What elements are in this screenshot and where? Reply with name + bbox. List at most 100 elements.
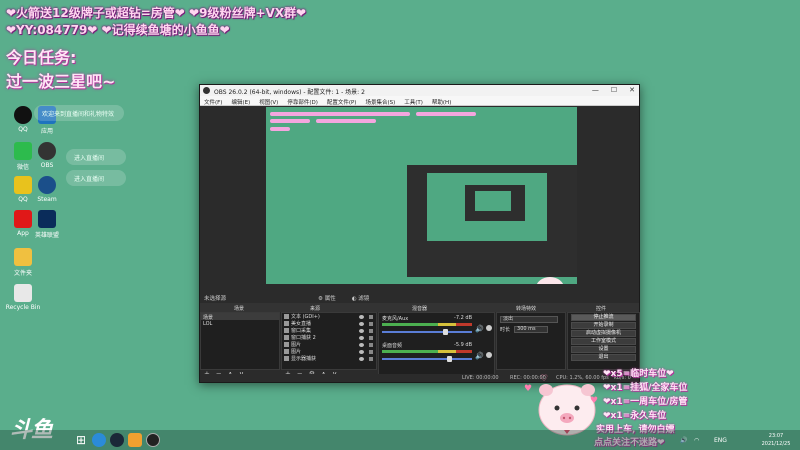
menu-edit[interactable]: 编辑(E) — [231, 98, 250, 106]
source-item[interactable]: 图片 — [282, 348, 376, 355]
source-toolbar: 未选择源 ⚙ 属性 ◐ 滤镜 — [200, 291, 639, 303]
volume-meter — [382, 350, 472, 353]
exit-button[interactable]: 退出 — [571, 354, 636, 361]
desktop-icon-lol[interactable]: 英雄联盟 — [27, 210, 67, 239]
source-item[interactable]: 窗口采集 — [282, 327, 376, 334]
speaker-icon[interactable]: 🔊 — [475, 352, 484, 360]
steam-icon — [38, 176, 56, 194]
scenes-dock: 场景 LOL — [200, 312, 280, 370]
desktop-icon-obs[interactable]: OBS — [27, 142, 67, 169]
speaker-icon[interactable]: 🔊 — [475, 325, 484, 333]
gear-icon[interactable] — [486, 352, 492, 358]
source-item[interactable]: 美女直播 — [282, 320, 376, 327]
mixer-channel: 麦克风/Aux -7.2 dB 🔊 — [379, 313, 494, 340]
ime-indicator[interactable]: ENG — [714, 437, 727, 444]
filters-button[interactable]: ◐ 滤镜 — [352, 294, 370, 302]
image-icon — [284, 342, 289, 347]
chat-message: 进入直播间 — [66, 149, 126, 165]
duration-input[interactable]: 300 ms — [514, 326, 549, 333]
lock-icon[interactable] — [369, 349, 373, 354]
lock-icon[interactable] — [369, 321, 373, 326]
speaker-icon[interactable]: 🔊 — [680, 437, 687, 444]
obs-logo-icon — [203, 87, 210, 94]
camera-icon — [284, 321, 289, 326]
menu-file[interactable]: 文件(F) — [204, 98, 222, 106]
heart-icon: ♥ — [590, 396, 599, 406]
start-recording-button[interactable]: 开始录制 — [571, 322, 636, 329]
desktop-icon-steam[interactable]: Steam — [27, 176, 67, 203]
menu-view[interactable]: 视图(V) — [259, 98, 278, 106]
eye-icon[interactable] — [359, 335, 364, 340]
image-icon — [284, 349, 289, 354]
eye-icon[interactable] — [359, 328, 364, 333]
volume-slider[interactable] — [382, 356, 472, 362]
source-item[interactable]: 文本 (GDI+) — [282, 313, 376, 320]
virtual-camera-button[interactable]: 启动虚拟摄像机 — [571, 330, 636, 337]
minimize-button[interactable]: — — [592, 86, 599, 94]
close-button[interactable]: ✕ — [629, 86, 635, 94]
app-icon[interactable] — [128, 433, 142, 447]
eye-icon[interactable] — [359, 356, 364, 361]
source-item[interactable]: 窗口捕获 2 — [282, 334, 376, 341]
obs-window[interactable]: OBS 26.0.2 (64-bit, windows) - 配置文件: 1 -… — [199, 84, 640, 383]
task-title: 今日任务: — [6, 48, 77, 67]
edge-icon[interactable] — [92, 433, 106, 447]
obs-icon — [38, 142, 56, 160]
reward-line: ❤x1=永久车位 — [603, 411, 667, 421]
eye-icon[interactable] — [359, 349, 364, 354]
obs-icon[interactable] — [146, 433, 160, 447]
window-icon — [284, 335, 289, 340]
studio-mode-button[interactable]: 工作室模式 — [571, 338, 636, 345]
lol-icon — [38, 210, 56, 228]
scene-item[interactable]: 场景 — [201, 313, 279, 321]
eye-icon[interactable] — [359, 314, 364, 319]
preview-overlay-text — [316, 119, 376, 123]
reward-line: ❤x1=一周车位/房管 — [603, 397, 688, 407]
gear-icon[interactable] — [486, 325, 492, 331]
windows-icon[interactable]: ⊞ — [74, 433, 88, 447]
mixer-header: 混音器 — [412, 306, 428, 312]
menu-scene-collection[interactable]: 场景集合(S) — [365, 98, 395, 106]
lock-icon[interactable] — [369, 314, 373, 319]
eye-icon[interactable] — [359, 321, 364, 326]
stop-streaming-button[interactable]: 停止推流 — [571, 314, 636, 321]
scene-item[interactable]: LOL — [201, 320, 279, 327]
folder-icon — [14, 248, 32, 266]
transitions-dock: 淡出 时长 300 ms — [496, 312, 566, 370]
preview-canvas[interactable]: 斗鱼 — [266, 107, 577, 284]
obs-titlebar[interactable]: OBS 26.0.2 (64-bit, windows) - 配置文件: 1 -… — [200, 85, 639, 96]
maximize-button[interactable]: ☐ — [611, 86, 617, 94]
properties-button[interactable]: ⚙ 属性 — [318, 294, 336, 302]
settings-button[interactable]: 设置 — [571, 346, 636, 353]
source-item[interactable]: 图片 — [282, 341, 376, 348]
sources-header: 来源 — [310, 306, 321, 312]
lock-icon[interactable] — [369, 356, 373, 361]
sources-dock: 文本 (GDI+) 美女直播 窗口采集 窗口捕获 2 图片 图片 显示器捕获 — [281, 312, 377, 370]
mixer-db-readout: -7.2 dB — [454, 315, 472, 321]
no-source-label: 未选择源 — [204, 296, 227, 302]
menu-docks[interactable]: 停靠部件(D) — [287, 98, 318, 106]
lock-icon[interactable] — [369, 342, 373, 347]
transition-select[interactable]: 淡出 — [500, 316, 558, 323]
network-icon[interactable]: ◠ — [694, 437, 699, 444]
overlay-contact-line: ❤YY:084779❤ ❤记得续鱼塘的小鱼鱼❤ — [6, 23, 230, 37]
menu-help[interactable]: 帮助(H) — [432, 98, 451, 106]
volume-slider-knob[interactable] — [446, 356, 452, 362]
source-item[interactable]: 显示器捕获 — [282, 355, 376, 362]
heart-icon: ♡ — [540, 374, 549, 384]
menu-profile[interactable]: 配置文件(P) — [327, 98, 357, 106]
monitor-icon — [284, 356, 289, 361]
desktop-icon-recycle-bin[interactable]: Recycle Bin — [3, 284, 43, 311]
chat-message: 进入直播间 — [66, 170, 126, 186]
volume-slider[interactable] — [382, 329, 472, 335]
volume-slider-knob[interactable] — [443, 329, 449, 335]
steam-icon[interactable] — [110, 433, 124, 447]
eye-icon[interactable] — [359, 342, 364, 347]
desktop-icon-folder[interactable]: 文件夹 — [3, 248, 43, 277]
reward-line: ❤x1=挂狐/全家车位 — [603, 383, 688, 393]
taskbar-clock[interactable]: 23:07 2021/12/25 — [756, 432, 796, 448]
menu-tools[interactable]: 工具(T) — [404, 98, 423, 106]
recycle-bin-icon — [14, 284, 32, 302]
lock-icon[interactable] — [369, 328, 373, 333]
lock-icon[interactable] — [369, 335, 373, 340]
